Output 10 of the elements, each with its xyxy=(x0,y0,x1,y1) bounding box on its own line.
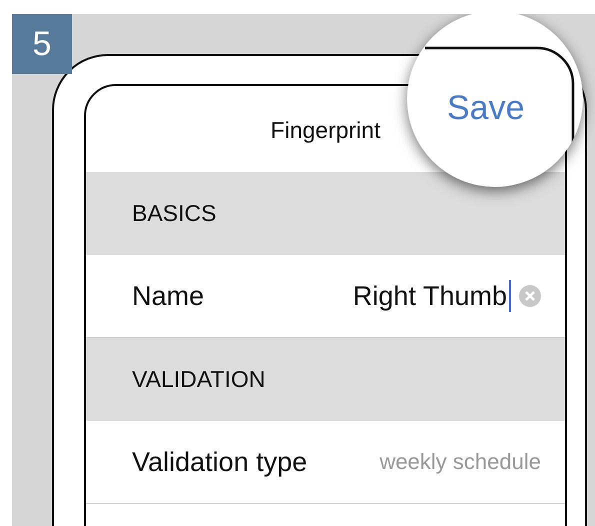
clear-icon[interactable] xyxy=(519,285,541,307)
name-input[interactable]: Right Thumb xyxy=(352,280,507,312)
step-badge: 5 xyxy=(12,14,72,74)
row-value: weekly schedule xyxy=(380,449,541,475)
screen-title: Fingerprint xyxy=(270,117,380,144)
section-header: BASICS xyxy=(86,172,565,255)
row-label: Name xyxy=(132,280,206,312)
section-header: VALIDATION xyxy=(86,338,565,421)
save-button[interactable]: Save xyxy=(447,89,524,128)
row-label: Validation type xyxy=(132,446,308,478)
